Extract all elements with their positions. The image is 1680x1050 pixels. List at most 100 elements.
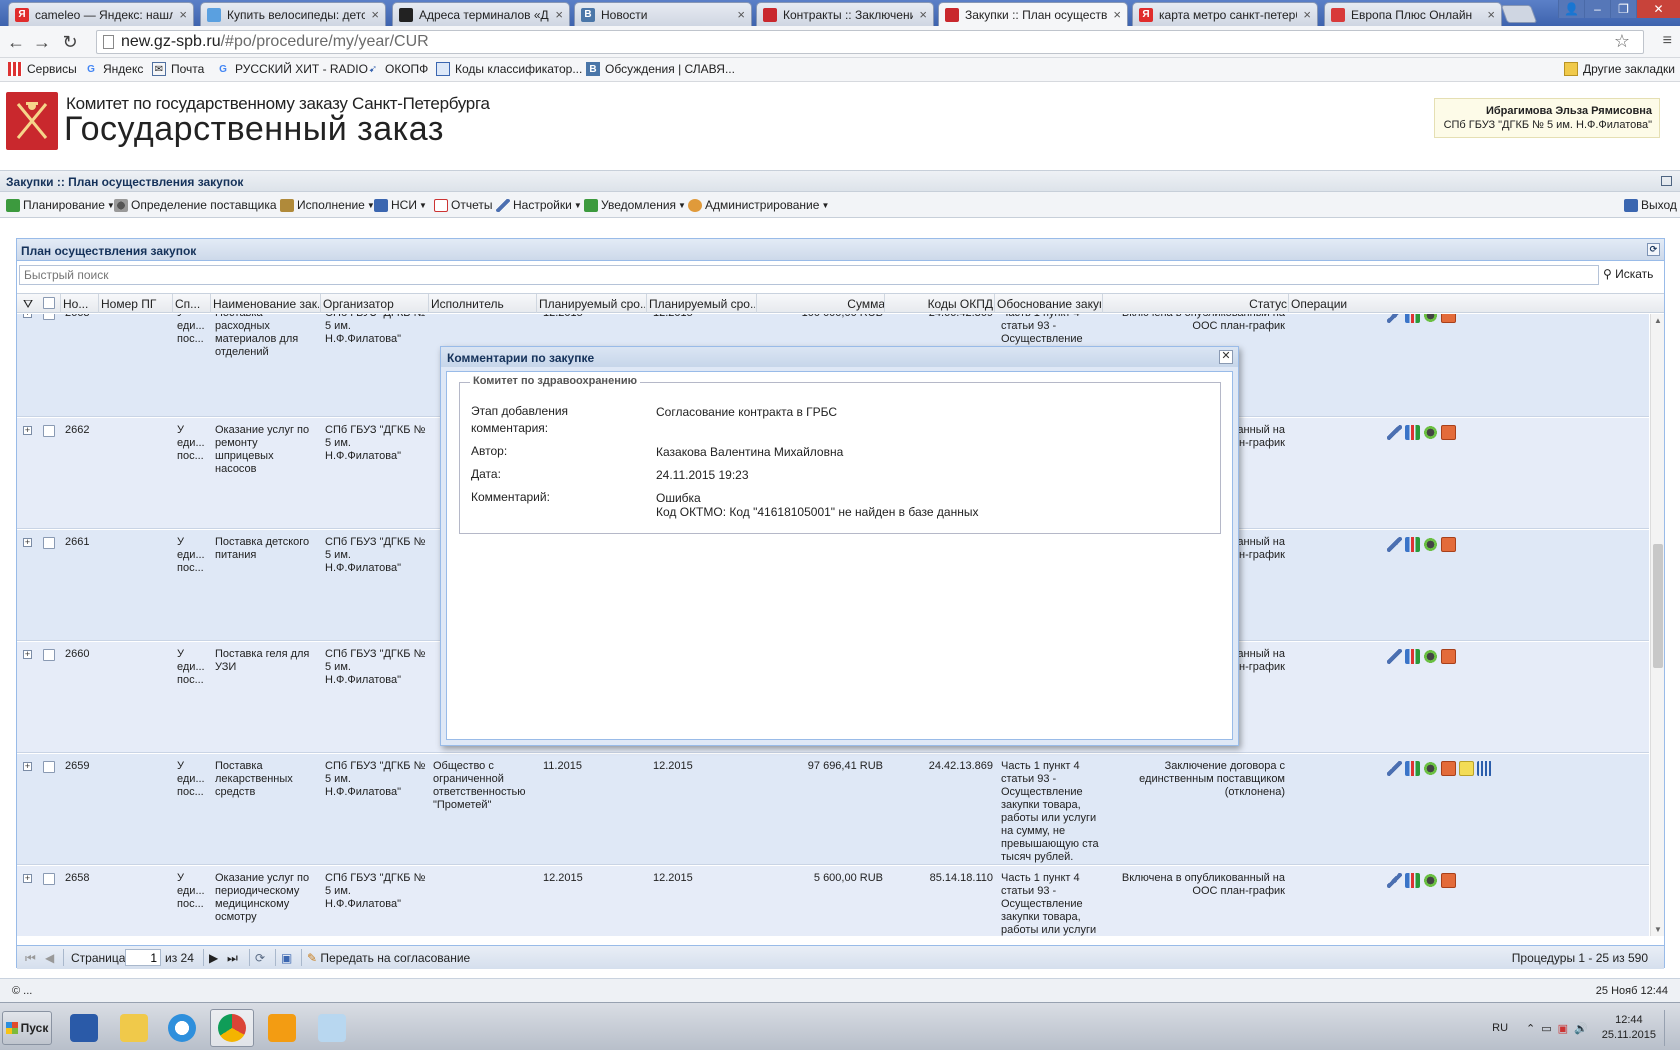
page-number-input[interactable] xyxy=(125,949,161,966)
gear-icon[interactable] xyxy=(1423,649,1438,664)
forward-icon[interactable]: → xyxy=(32,32,52,52)
bookmark-codes[interactable]: Коды классификатор... xyxy=(436,62,582,76)
column-separator[interactable] xyxy=(172,294,173,313)
document-icon[interactable] xyxy=(1441,425,1456,440)
menu-admin[interactable]: Администрирование ▼ xyxy=(688,198,829,212)
column-separator[interactable] xyxy=(320,294,321,313)
start-button[interactable]: Пуск xyxy=(2,1011,52,1045)
taskbar-outlook[interactable] xyxy=(260,1009,304,1047)
row-checkbox[interactable] xyxy=(43,649,55,661)
scroll-down-icon[interactable]: ▼ xyxy=(1654,925,1662,934)
column-header-cell[interactable]: Обоснование закуп... xyxy=(997,297,1101,311)
bookmark-services[interactable]: Сервисы xyxy=(8,62,77,76)
stats-icon[interactable] xyxy=(1477,761,1492,776)
document-icon[interactable] xyxy=(1441,761,1456,776)
row-checkbox[interactable] xyxy=(43,873,55,885)
menu-notifications[interactable]: Уведомления ▼ xyxy=(584,198,686,212)
table-row[interactable]: +2658 У еди... пос... Оказание услуг по пе… xyxy=(17,866,1649,936)
bookmark-okopf[interactable]: ➹ ОКОПФ xyxy=(366,62,428,76)
new-tab-button[interactable] xyxy=(1500,5,1538,23)
next-page-icon[interactable]: ▶ xyxy=(209,951,218,965)
column-header-cell[interactable]: Статус xyxy=(1105,297,1287,311)
browser-tab[interactable]: Закупки :: План осуществ × xyxy=(938,2,1128,26)
bookmark-vk[interactable]: B Обсуждения | СЛАВЯ... xyxy=(586,62,735,76)
row-checkbox[interactable] xyxy=(43,761,55,773)
column-separator[interactable] xyxy=(994,294,995,313)
browser-menu-icon[interactable]: ≡ xyxy=(1663,32,1672,50)
document-icon[interactable] xyxy=(1441,649,1456,664)
send-for-approval-button[interactable]: ✎ Передать на согласование xyxy=(307,951,470,965)
scroll-up-icon[interactable]: ▲ xyxy=(1654,316,1662,325)
menu-reports[interactable]: Отчеты xyxy=(434,198,492,212)
expand-icon[interactable]: + xyxy=(23,538,32,547)
chart-icon[interactable] xyxy=(1405,537,1420,552)
language-indicator[interactable]: RU xyxy=(1492,1022,1508,1034)
edit-icon[interactable] xyxy=(1387,425,1402,440)
edit-icon[interactable] xyxy=(1387,761,1402,776)
browser-tab[interactable]: Европа Плюс Онлайн × xyxy=(1324,2,1502,26)
taskbar-paint[interactable] xyxy=(310,1009,354,1047)
column-separator[interactable] xyxy=(60,294,61,313)
tab-close-icon[interactable]: × xyxy=(919,7,927,22)
gear-icon[interactable] xyxy=(1423,314,1438,323)
volume-icon[interactable]: 🔊 xyxy=(1574,1022,1588,1035)
bookmark-yandex[interactable]: G Яндекс xyxy=(84,62,143,76)
network-icon[interactable]: ▣ xyxy=(1558,1022,1568,1035)
column-header-cell[interactable]: Сумма xyxy=(759,297,885,311)
tab-close-icon[interactable]: × xyxy=(555,7,563,22)
gear-icon[interactable] xyxy=(1423,873,1438,888)
column-header-cell[interactable]: Исполнитель xyxy=(431,297,535,311)
edit-icon[interactable] xyxy=(1387,314,1402,323)
chart-icon[interactable] xyxy=(1405,761,1420,776)
table-row[interactable]: +2659 У еди... пос... Поставка лекарственн… xyxy=(17,754,1649,865)
column-header-cell[interactable]: Планируемый сро... xyxy=(649,297,755,311)
document-icon[interactable] xyxy=(1441,537,1456,552)
refresh-icon[interactable]: ⟳ xyxy=(1647,243,1660,256)
row-checkbox[interactable] xyxy=(43,425,55,437)
chart-icon[interactable] xyxy=(1405,649,1420,664)
taskbar-ie[interactable] xyxy=(160,1009,204,1047)
document-icon[interactable] xyxy=(1441,873,1456,888)
column-header-cell[interactable]: Планируемый сро... xyxy=(539,297,645,311)
column-separator[interactable] xyxy=(646,294,647,313)
expand-icon[interactable]: + xyxy=(23,314,32,318)
tab-close-icon[interactable]: × xyxy=(1487,7,1495,22)
bookmark-radio[interactable]: G РУССКИЙ ХИТ - RADIO xyxy=(216,62,368,76)
bookmark-mail[interactable]: ✉ Почта xyxy=(152,62,204,76)
edit-icon[interactable] xyxy=(1387,873,1402,888)
vertical-scrollbar[interactable]: ▲ ▼ xyxy=(1650,314,1664,936)
chart-icon[interactable] xyxy=(1405,425,1420,440)
chart-icon[interactable] xyxy=(1405,314,1420,323)
menu-nsi[interactable]: НСИ ▼ xyxy=(374,198,427,212)
column-header-cell[interactable]: Организатор xyxy=(323,297,427,311)
search-button[interactable]: ⚲ Искать xyxy=(1603,267,1653,281)
column-header-cell[interactable]: Коды ОКПД xyxy=(887,297,993,311)
browser-tab[interactable]: Контракты :: Заключение × xyxy=(756,2,934,26)
column-header-cell[interactable]: Номер ПГ xyxy=(101,297,171,311)
scroll-thumb[interactable] xyxy=(1653,544,1663,668)
row-checkbox[interactable] xyxy=(43,314,55,320)
reload-grid-icon[interactable]: ⟳ xyxy=(255,951,265,965)
menu-settings[interactable]: Настройки ▼ xyxy=(496,198,582,212)
column-header-cell[interactable]: Наименование зак... xyxy=(213,297,319,311)
close-window-button[interactable]: ✕ xyxy=(1636,0,1680,18)
expand-icon[interactable]: + xyxy=(23,650,32,659)
last-page-icon[interactable]: ⏭ xyxy=(227,951,238,966)
tab-close-icon[interactable]: × xyxy=(1113,7,1121,22)
first-page-icon[interactable]: ⏮ xyxy=(25,951,36,966)
column-header-cell[interactable]: Но... xyxy=(63,297,97,311)
taskbar-powershell[interactable] xyxy=(62,1009,106,1047)
prev-page-icon[interactable]: ◀ xyxy=(45,951,54,965)
edit-icon[interactable] xyxy=(1387,537,1402,552)
row-checkbox[interactable] xyxy=(43,537,55,549)
document-icon[interactable] xyxy=(1441,314,1456,323)
column-header-cell[interactable]: Операции xyxy=(1291,297,1371,311)
column-separator[interactable] xyxy=(756,294,757,313)
column-separator[interactable] xyxy=(536,294,537,313)
collapse-icon[interactable] xyxy=(1661,176,1672,186)
column-separator[interactable] xyxy=(1288,294,1289,313)
quick-search-input[interactable] xyxy=(19,265,1599,285)
column-separator[interactable] xyxy=(98,294,99,313)
note-icon[interactable] xyxy=(1459,761,1474,776)
maximize-button[interactable]: ❐ xyxy=(1610,0,1636,18)
